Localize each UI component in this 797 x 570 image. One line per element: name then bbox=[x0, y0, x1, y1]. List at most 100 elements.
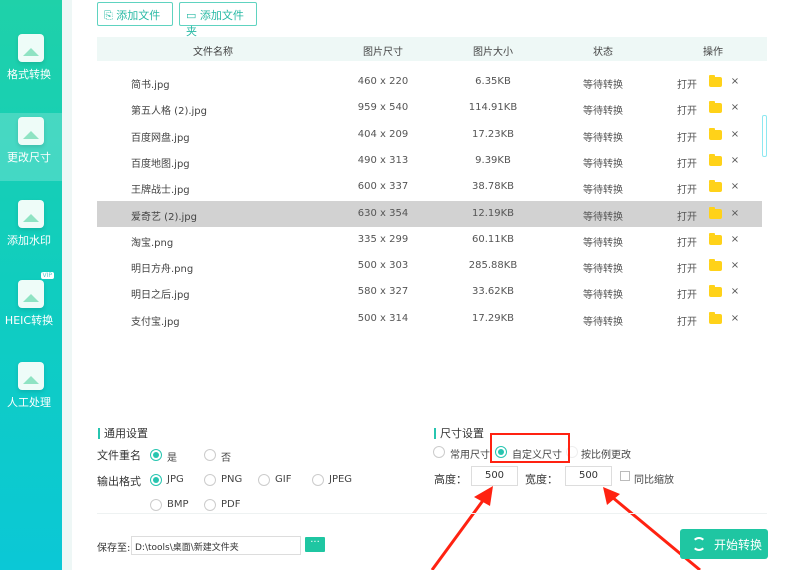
open-link[interactable]: 打开 bbox=[677, 286, 697, 301]
delete-icon[interactable]: × bbox=[731, 286, 739, 297]
format-radio-gif[interactable] bbox=[258, 474, 270, 486]
format-label: 输出格式 bbox=[97, 475, 141, 488]
rename-no-radio[interactable] bbox=[204, 449, 216, 461]
sidebar-item-3[interactable]: VIP HEIC转换 bbox=[0, 272, 62, 344]
table-row[interactable]: 明日之后.jpg 580 x 327 33.62KB 等待转换 打开 × bbox=[97, 279, 762, 305]
folder-icon[interactable] bbox=[709, 311, 722, 324]
add-folder-button[interactable]: ▭ 添加文件夹 bbox=[179, 2, 257, 38]
table-row[interactable]: 百度地图.jpg 490 x 313 9.39KB 等待转换 打开 × bbox=[97, 148, 762, 174]
table-row[interactable]: 爱奇艺 (2).jpg 630 x 354 12.19KB 等待转换 打开 × bbox=[97, 200, 762, 227]
image-dims: 460 x 220 bbox=[357, 76, 409, 87]
delete-icon[interactable]: × bbox=[731, 155, 739, 166]
open-link[interactable]: 打开 bbox=[677, 155, 697, 170]
file-size: 17.29KB bbox=[471, 312, 515, 324]
delete-icon[interactable]: × bbox=[731, 181, 739, 192]
width-input[interactable]: 500 bbox=[565, 466, 612, 486]
save-to-label: 保存至: bbox=[97, 543, 131, 554]
file-size: 285.88KB bbox=[468, 260, 518, 272]
sidebar-item-label: 人工处理 bbox=[7, 396, 51, 409]
browse-button[interactable]: ··· bbox=[305, 537, 325, 552]
folder-icon[interactable] bbox=[709, 101, 722, 114]
sidebar-item-2[interactable]: 添加水印 bbox=[0, 196, 62, 264]
save-path-input[interactable]: D:\tools\桌面\新建文件夹 bbox=[131, 536, 301, 555]
format-radio-jpg[interactable] bbox=[150, 474, 162, 486]
image-dims: 630 x 354 bbox=[357, 207, 409, 219]
mode-ratio-radio[interactable] bbox=[566, 446, 578, 458]
annotation-arrowhead-right bbox=[603, 487, 620, 505]
start-convert-label: 开始转换 bbox=[714, 538, 763, 552]
open-link[interactable]: 打开 bbox=[677, 102, 697, 117]
open-link[interactable]: 打开 bbox=[677, 234, 697, 249]
format-radio-bmp[interactable] bbox=[150, 499, 162, 511]
format-radio-png[interactable] bbox=[204, 474, 216, 486]
table-row[interactable]: 支付宝.jpg 500 x 314 17.29KB 等待转换 打开 × bbox=[97, 306, 762, 332]
add-file-label: 添加文件 bbox=[116, 9, 161, 22]
format-label-jpeg: JPEG bbox=[329, 474, 353, 485]
table-row[interactable]: 明日方舟.png 500 x 303 285.88KB 等待转换 打开 × bbox=[97, 253, 762, 279]
table-row[interactable]: 第五人格 (2).jpg 959 x 540 114.91KB 等待转换 打开 … bbox=[97, 95, 762, 121]
open-link[interactable]: 打开 bbox=[677, 129, 697, 144]
mode-custom-radio[interactable] bbox=[495, 446, 507, 458]
file-name: 明日方舟.png bbox=[131, 264, 194, 276]
folder-icon[interactable] bbox=[709, 127, 722, 140]
rename-yes-radio[interactable] bbox=[150, 449, 162, 461]
status: 等待转换 bbox=[583, 237, 623, 249]
folder-icon[interactable] bbox=[709, 75, 722, 87]
table-row[interactable]: 百度网盘.jpg 404 x 209 17.23KB 等待转换 打开 × bbox=[97, 122, 762, 148]
image-dims: 500 x 303 bbox=[357, 260, 409, 272]
table-row[interactable]: 淘宝.png 335 x 299 60.11KB 等待转换 打开 × bbox=[97, 227, 762, 253]
mode-common-radio[interactable] bbox=[433, 446, 445, 458]
open-link[interactable]: 打开 bbox=[677, 313, 697, 328]
add-file-button[interactable]: ⎘ 添加文件 bbox=[97, 2, 173, 26]
annotation-arrowhead-left bbox=[474, 486, 493, 506]
folder-icon[interactable] bbox=[709, 153, 722, 166]
image-dims: 490 x 313 bbox=[357, 154, 409, 166]
sidebar-item-4[interactable]: 人工处理 bbox=[0, 358, 62, 426]
delete-icon[interactable]: × bbox=[731, 234, 739, 245]
delete-icon[interactable]: × bbox=[731, 260, 739, 271]
file-size: 114.91KB bbox=[468, 102, 518, 114]
proportional-checkbox[interactable] bbox=[620, 471, 630, 481]
file-size: 9.39KB bbox=[475, 154, 511, 166]
format-radio-jpeg[interactable] bbox=[312, 474, 324, 486]
sidebar-item-0[interactable]: 格式转换 bbox=[0, 30, 62, 98]
delete-icon[interactable]: × bbox=[731, 313, 739, 324]
delete-icon[interactable]: × bbox=[731, 102, 739, 113]
format-label-png: PNG bbox=[221, 474, 243, 485]
sidebar-item-label: 格式转换 bbox=[7, 68, 51, 81]
folder-icon[interactable] bbox=[709, 180, 722, 193]
sidebar-item-1[interactable]: 更改尺寸 bbox=[0, 113, 62, 181]
open-link[interactable]: 打开 bbox=[677, 208, 697, 223]
open-link[interactable]: 打开 bbox=[677, 260, 697, 275]
image-dims: 600 x 337 bbox=[357, 181, 409, 193]
delete-icon[interactable]: × bbox=[731, 76, 739, 87]
status: 等待转换 bbox=[583, 106, 623, 118]
height-label: 高度： bbox=[434, 473, 467, 486]
rename-label: 文件重名 bbox=[97, 449, 141, 462]
folder-icon[interactable] bbox=[709, 285, 722, 298]
file-size: 38.78KB bbox=[471, 181, 515, 193]
status: 等待转换 bbox=[583, 132, 623, 144]
image-dims: 580 x 327 bbox=[357, 286, 409, 298]
open-link[interactable]: 打开 bbox=[677, 76, 697, 91]
height-input[interactable]: 500 bbox=[471, 466, 518, 486]
delete-icon[interactable]: × bbox=[731, 129, 739, 140]
folder-icon[interactable] bbox=[709, 232, 722, 245]
folder-icon[interactable] bbox=[709, 206, 722, 219]
table-row[interactable]: 王牌战士.jpg 600 x 337 38.78KB 等待转换 打开 × bbox=[97, 174, 762, 200]
file-size: 6.35KB bbox=[475, 76, 511, 87]
folder-icon[interactable] bbox=[709, 259, 722, 272]
status: 等待转换 bbox=[583, 185, 623, 197]
start-convert-button[interactable]: 开始转换 bbox=[680, 529, 768, 559]
image-icon bbox=[18, 117, 44, 145]
open-link[interactable]: 打开 bbox=[677, 181, 697, 196]
table-row[interactable]: 简书.jpg 460 x 220 6.35KB 等待转换 打开 × bbox=[97, 69, 762, 95]
rename-yes-label: 是 bbox=[167, 453, 177, 464]
format-radio-pdf[interactable] bbox=[204, 499, 216, 511]
delete-icon[interactable]: × bbox=[731, 208, 739, 219]
image-dims: 500 x 314 bbox=[357, 312, 409, 324]
format-label-pdf: PDF bbox=[221, 499, 241, 510]
table-scrollbar[interactable] bbox=[762, 115, 767, 157]
file-add-icon: ⎘ bbox=[104, 9, 117, 22]
sidebar-divider-strip bbox=[62, 0, 72, 570]
